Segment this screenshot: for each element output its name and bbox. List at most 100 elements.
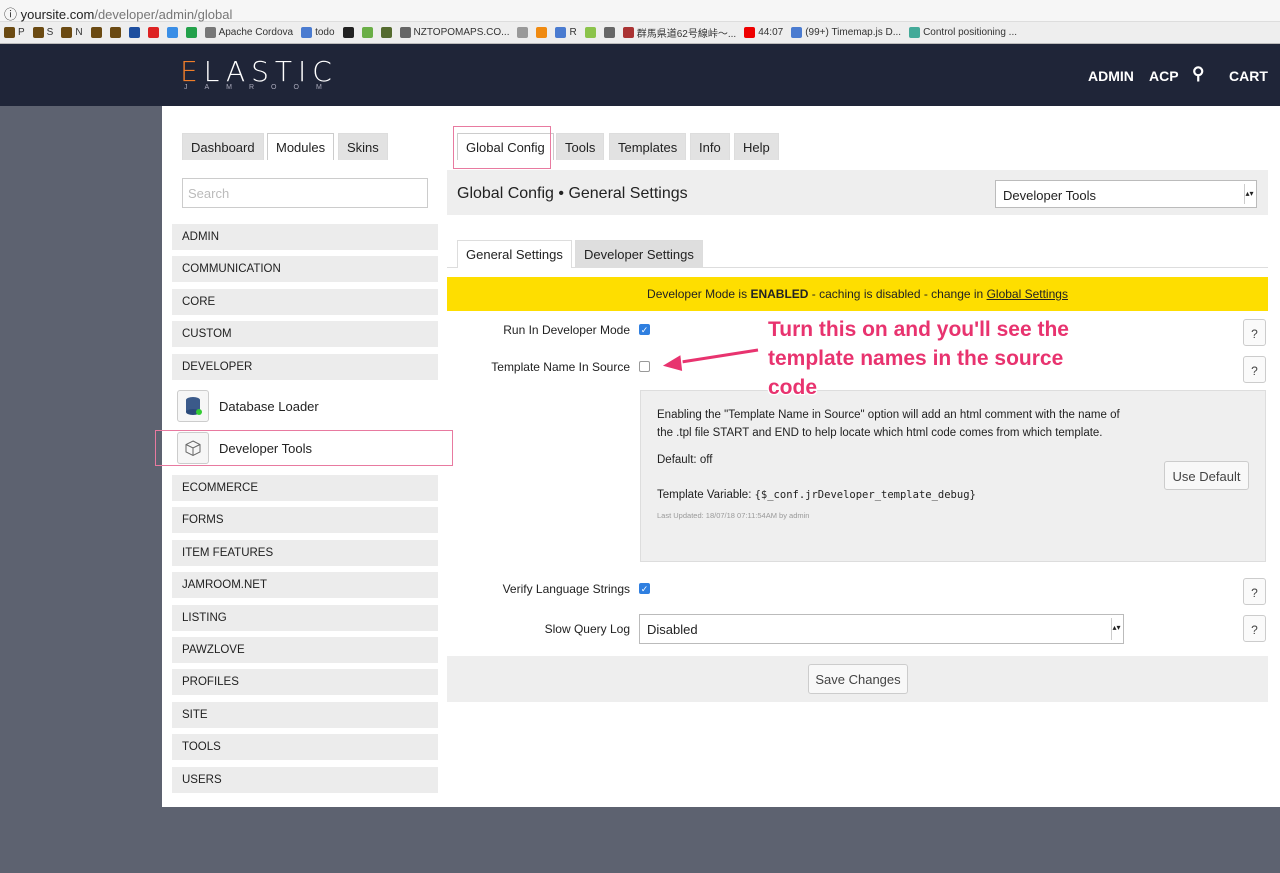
- database-icon: [177, 390, 209, 422]
- bookmark-item[interactable]: Control positioning ...: [909, 27, 1017, 38]
- module-select[interactable]: Developer Tools ▴▾: [995, 180, 1257, 208]
- nav-cart[interactable]: CART: [1229, 68, 1268, 84]
- bookmark-icon: [90, 27, 102, 38]
- bookmark-icon: [555, 27, 567, 38]
- global-settings-link[interactable]: Global Settings: [987, 287, 1068, 301]
- bookmark-item[interactable]: [342, 27, 354, 38]
- subtab-general-settings[interactable]: General Settings: [457, 240, 572, 268]
- bookmark-item[interactable]: N: [61, 27, 83, 38]
- bookmark-item[interactable]: (99+) Timemap.js D...: [791, 27, 901, 38]
- category-users[interactable]: USERS: [172, 766, 438, 793]
- bookmark-item[interactable]: [361, 27, 373, 38]
- annotation-text: template names in the source: [768, 347, 1064, 370]
- tab-dashboard[interactable]: Dashboard: [182, 133, 264, 160]
- bookmark-item[interactable]: [517, 27, 529, 38]
- bookmark-icon: [622, 27, 634, 38]
- checkbox-template-name-in-source[interactable]: [639, 361, 650, 372]
- bookmark-item[interactable]: R: [555, 27, 577, 38]
- bookmark-icon: [147, 27, 159, 38]
- help-button[interactable]: ?: [1243, 356, 1266, 383]
- bookmark-item[interactable]: [584, 27, 596, 38]
- use-default-button[interactable]: Use Default: [1164, 461, 1249, 490]
- category-listing[interactable]: LISTING: [172, 604, 438, 631]
- bookmark-item[interactable]: S: [32, 27, 53, 38]
- bookmark-icon: [361, 27, 373, 38]
- tab-info[interactable]: Info: [690, 133, 730, 160]
- bookmark-icon: [584, 27, 596, 38]
- category-forms[interactable]: FORMS: [172, 507, 438, 534]
- label-run-developer-mode: Run In Developer Mode: [503, 323, 630, 337]
- search-icon[interactable]: ⚲: [1192, 64, 1204, 84]
- bookmark-item[interactable]: todo: [301, 27, 335, 38]
- category-tools[interactable]: TOOLS: [172, 734, 438, 761]
- subtab-developer-settings[interactable]: Developer Settings: [575, 240, 703, 268]
- label-template-name-in-source: Template Name In Source: [491, 360, 630, 374]
- slow-query-select[interactable]: Disabled ▴▾: [639, 614, 1124, 644]
- bookmark-icon: [204, 27, 216, 38]
- label-verify-language-strings: Verify Language Strings: [502, 582, 630, 596]
- bookmark-item[interactable]: [380, 27, 392, 38]
- category-developer[interactable]: DEVELOPER: [172, 353, 438, 380]
- bookmark-icon: [603, 27, 615, 38]
- nav-admin[interactable]: ADMIN: [1088, 68, 1134, 84]
- category-ecommerce[interactable]: ECOMMERCE: [172, 475, 438, 501]
- bookmark-icon: [109, 27, 121, 38]
- bookmark-icon: [536, 27, 548, 38]
- bookmark-item[interactable]: P: [4, 27, 25, 38]
- bookmark-item[interactable]: [128, 27, 140, 38]
- category-core[interactable]: CORE: [172, 288, 438, 315]
- highlight-box: [453, 126, 551, 169]
- category-custom[interactable]: CUSTOM: [172, 321, 438, 348]
- bookmark-item[interactable]: [603, 27, 615, 38]
- bookmark-icon: [791, 27, 803, 38]
- bookmark-item[interactable]: [166, 27, 178, 38]
- bookmark-item[interactable]: [185, 27, 197, 38]
- bookmark-item[interactable]: 44:07: [744, 27, 783, 38]
- category-pawzlove[interactable]: PAWZLOVE: [172, 637, 438, 663]
- bookmark-icon: [744, 27, 756, 38]
- search-input[interactable]: Search: [182, 178, 428, 208]
- save-changes-button[interactable]: Save Changes: [808, 664, 908, 694]
- bookmark-item[interactable]: Apache Cordova: [204, 27, 293, 38]
- tab-modules[interactable]: Modules: [267, 133, 335, 160]
- checkbox-run-developer-mode[interactable]: ✓: [639, 324, 650, 335]
- tab-help[interactable]: Help: [734, 133, 779, 160]
- info-icon: ⓘ: [4, 7, 21, 22]
- category-item-features[interactable]: ITEM FEATURES: [172, 539, 438, 566]
- bookmark-icon: [399, 27, 411, 38]
- annotation-text: code: [768, 376, 818, 399]
- module-database-loader[interactable]: Database Loader: [172, 389, 438, 423]
- chevron-down-icon: ▴▾: [1244, 184, 1254, 204]
- bookmark-item[interactable]: [90, 27, 102, 38]
- category-jamroom-net[interactable]: JAMROOM.NET: [172, 572, 438, 599]
- bookmark-item[interactable]: [147, 27, 159, 38]
- bookmark-icon: [342, 27, 354, 38]
- nav-acp[interactable]: ACP: [1149, 68, 1179, 84]
- help-button[interactable]: ?: [1243, 319, 1266, 346]
- bookmark-icon: [185, 27, 197, 38]
- category-site[interactable]: SITE: [172, 701, 438, 728]
- bookmark-icon: [909, 27, 921, 38]
- help-button[interactable]: ?: [1243, 578, 1266, 605]
- bookmark-item[interactable]: 群馬県道62号線峠〜...: [622, 25, 736, 40]
- page-title: Global Config • General Settings: [457, 185, 688, 202]
- category-communication[interactable]: COMMUNICATION: [172, 256, 438, 283]
- tab-tools[interactable]: Tools: [556, 133, 605, 160]
- category-profiles[interactable]: PROFILES: [172, 669, 438, 696]
- bookmarks-bar: P S N Apache Cordova todo NZTOPOMAPS.CO... R 群馬…: [0, 22, 1280, 44]
- chevron-down-icon: ▴▾: [1111, 618, 1121, 640]
- bookmark-icon: [166, 27, 178, 38]
- address-bar[interactable]: ⓘ yoursite.com/developer/admin/global: [0, 0, 1280, 22]
- bookmark-icon: [61, 27, 73, 38]
- bookmark-item[interactable]: NZTOPOMAPS.CO...: [399, 27, 509, 38]
- bookmark-icon: [301, 27, 313, 38]
- tab-templates[interactable]: Templates: [609, 133, 687, 160]
- bookmark-icon: [380, 27, 392, 38]
- bookmark-icon: [128, 27, 140, 38]
- bookmark-item[interactable]: [536, 27, 548, 38]
- help-button[interactable]: ?: [1243, 615, 1266, 642]
- category-admin[interactable]: ADMIN: [172, 224, 438, 250]
- bookmark-item[interactable]: [109, 27, 121, 38]
- checkbox-verify-language-strings[interactable]: ✓: [639, 583, 650, 594]
- tab-skins[interactable]: Skins: [338, 133, 388, 160]
